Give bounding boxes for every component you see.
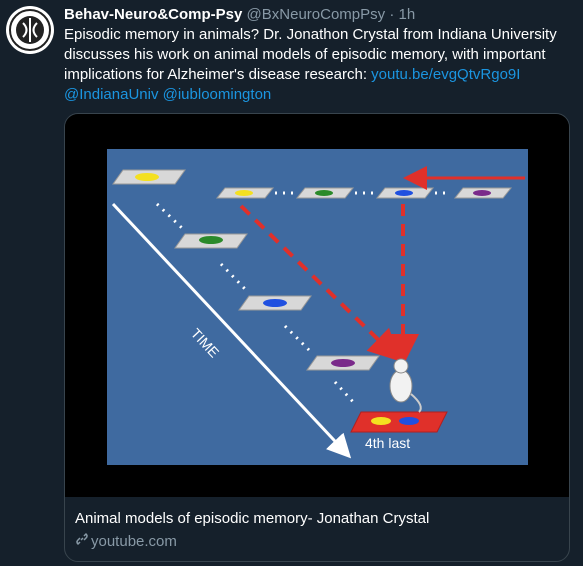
platform-yellow: [112, 169, 186, 185]
mention-iubloomington[interactable]: @iubloomington: [163, 86, 272, 103]
avatar-logo-icon: [7, 7, 53, 53]
platform-small-blue: [375, 187, 435, 199]
link-card[interactable]: TIME 4th last Animal models of episodic …: [64, 113, 570, 562]
platform-purple: [306, 355, 380, 371]
platform-small-purple: [453, 187, 513, 199]
target-label: 4th last: [365, 435, 410, 451]
platform-red: [350, 411, 448, 433]
separator-dot: ·: [389, 6, 395, 23]
slide-image: TIME 4th last: [107, 149, 528, 465]
tweet-time[interactable]: 1h: [399, 6, 416, 23]
platform-green: [174, 233, 248, 249]
video-link[interactable]: youtu.be/evgQtvRgo9I: [371, 66, 520, 83]
card-domain[interactable]: youtube.com: [75, 532, 177, 550]
author-name[interactable]: Behav-Neuro&Comp-Psy: [64, 6, 242, 23]
platform-blue: [238, 295, 312, 311]
platform-small-green: [295, 187, 355, 199]
tweet-header: Behav-Neuro&Comp-Psy @BxNeuroCompPsy · 1…: [64, 6, 415, 23]
avatar[interactable]: [6, 6, 54, 54]
video-thumbnail[interactable]: TIME 4th last: [65, 114, 569, 497]
platform-small-yellow: [215, 187, 275, 199]
link-chain-icon: [75, 532, 89, 550]
card-title[interactable]: Animal models of episodic memory- Jonath…: [75, 510, 429, 527]
mention-indianauniv[interactable]: @IndianaUniv: [64, 86, 158, 103]
author-handle[interactable]: @BxNeuroCompPsy: [247, 6, 386, 23]
card-domain-text: youtube.com: [91, 533, 177, 550]
tweet-text: Episodic memory in animals? Dr. Jonathon…: [64, 25, 576, 105]
